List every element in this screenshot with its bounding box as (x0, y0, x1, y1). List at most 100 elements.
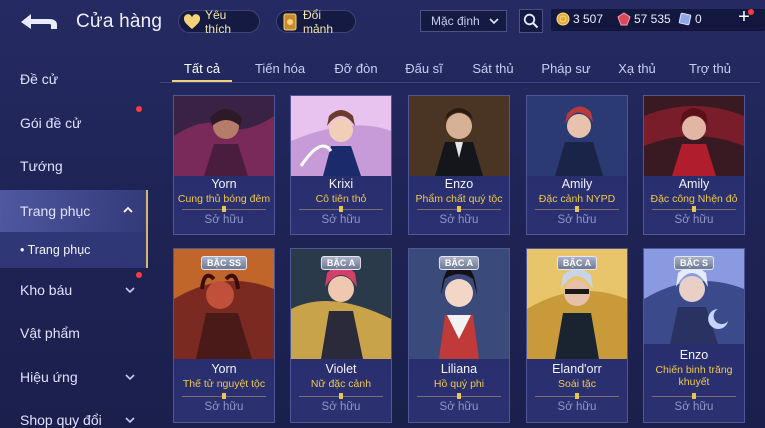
divider-gem (339, 393, 343, 399)
back-button[interactable] (18, 9, 60, 35)
skin-card[interactable]: Krixi Cô tiên thỏ Sở hữu (290, 95, 392, 235)
wishlist-label: Yêu thích (205, 7, 232, 36)
skin-card[interactable]: Yorn Cung thủ bóng đêm Sở hữu (173, 95, 275, 235)
chevron-up-icon (123, 206, 133, 213)
chevron-down-icon (125, 374, 135, 381)
card-info: Violet Nữ đặc cảnh Sở hữu (291, 359, 391, 422)
exchange-label: Đổi mảnh (303, 7, 334, 36)
tier-badge: BẬC SS (200, 256, 248, 270)
card-icon (281, 13, 299, 31)
sidebar-item-label: Tướng (20, 158, 63, 174)
tab-marksman[interactable]: Xạ thủ (612, 56, 662, 80)
sidebar-item-items[interactable]: Vật phẩm (0, 313, 148, 353)
tabs-divider (160, 82, 760, 83)
skin-card[interactable]: BẬC A Violet Nữ đặc cảnh Sở hữu (290, 248, 392, 423)
hero-name: Enzo (679, 348, 709, 362)
exchange-shards-button[interactable]: Đổi mảnh (276, 7, 356, 36)
voucher-balance: 0 (678, 12, 702, 26)
skin-artwork: BẬC A (291, 249, 391, 359)
skin-artwork (174, 96, 274, 176)
divider-gem (457, 206, 461, 212)
card-info: Enzo Chiến binh trăng khuyết Sở hữu (644, 344, 744, 422)
skin-name: Nữ đặc cảnh (310, 378, 372, 390)
divider-gem (222, 393, 226, 399)
sort-dropdown[interactable]: Mặc định (420, 10, 507, 32)
sidebar: Đề cử Gói đề cử Tướng Trang phục • Trang… (0, 44, 148, 428)
hero-name: Eland'orr (552, 362, 602, 376)
tab-fighter[interactable]: Đấu sĩ (398, 56, 450, 80)
tab-support[interactable]: Trợ thủ (678, 56, 742, 80)
sidebar-item-label: Vật phẩm (20, 325, 80, 341)
owned-label: Sở hữu (439, 214, 479, 226)
sidebar-item-effects[interactable]: Hiệu ứng (0, 357, 148, 397)
skin-name: Chiến binh trăng khuyết (655, 364, 733, 388)
owned-label: Sở hữu (204, 214, 244, 226)
gold-amount: 3 507 (573, 12, 604, 26)
skin-artwork: BẬC S (644, 249, 744, 344)
skin-artwork: BẬC A (409, 249, 509, 359)
notification-dot (748, 9, 754, 15)
tier-badge: BẬC A (438, 256, 480, 270)
card-info: Yorn Thế tử nguyệt tộc Sở hữu (174, 359, 274, 422)
wishlist-button[interactable]: Yêu thích (178, 7, 260, 36)
hero-name: Yorn (211, 362, 237, 376)
skin-artwork: BẬC SS (174, 249, 274, 359)
owned-label: Sở hữu (321, 214, 361, 226)
divider-gem (575, 206, 579, 212)
notification-dot (136, 272, 142, 278)
sidebar-item-label: Kho báu (20, 282, 73, 298)
tab-mage[interactable]: Pháp sư (536, 56, 596, 80)
skin-name: Soái tặc (558, 378, 596, 390)
sidebar-item-label: Hiệu ứng (20, 369, 78, 385)
voucher-icon (678, 12, 692, 26)
sidebar-item-treasure[interactable]: Kho báu (0, 270, 148, 310)
search-button[interactable] (519, 9, 543, 33)
skin-name: Cung thủ bóng đêm (177, 193, 271, 205)
tab-tank[interactable]: Đỡ đòn (326, 56, 386, 80)
search-icon (523, 13, 539, 29)
tier-badge: BẬC A (556, 256, 598, 270)
skin-card[interactable]: Enzo Phẩm chất quý tộc Sở hữu (408, 95, 510, 235)
page-title: Cửa hàng (76, 11, 163, 32)
hero-name: Amily (561, 177, 593, 191)
skin-card[interactable]: Amily Đặc công Nhện đỏ Sở hữu (643, 95, 745, 235)
owned-label: Sở hữu (557, 214, 597, 226)
shop-screen: Cửa hàng Yêu thích Đổi mảnh Mặc định 3 5… (0, 0, 765, 428)
skin-card[interactable]: BẬC S Enzo Chiến binh trăng khuyết Sở hữ… (643, 248, 745, 423)
sidebar-item-recommended[interactable]: Đề cử (0, 59, 148, 99)
skin-name: Phẩm chất quý tộc (415, 193, 503, 205)
skin-name: Cô tiên thỏ (315, 193, 367, 205)
skin-name: Thế tử nguyệt tộc (182, 378, 266, 390)
sidebar-item-label: Trang phục (20, 203, 91, 219)
heart-icon (183, 13, 201, 31)
sidebar-item-bundles[interactable]: Gói đề cử (0, 103, 148, 143)
sidebar-item-label: Đề cử (20, 71, 59, 87)
card-info: Amily Đặc cảnh NYPD Sở hữu (527, 176, 627, 234)
skin-card[interactable]: BẬC SS Yorn Thế tử nguyệt tộc Sở hữu (173, 248, 275, 423)
tab-all[interactable]: Tất cả (172, 56, 232, 80)
sidebar-item-label: Gói đề cử (20, 115, 82, 131)
owned-label: Sở hữu (674, 401, 714, 413)
skin-card[interactable]: Amily Đặc cảnh NYPD Sở hữu (526, 95, 628, 235)
skin-artwork (291, 96, 391, 176)
tier-badge: BẬC A (320, 256, 362, 270)
owned-label: Sở hữu (674, 214, 714, 226)
hero-name: Enzo (444, 177, 474, 191)
sidebar-item-skins[interactable]: Trang phục (0, 190, 148, 232)
header: Cửa hàng Yêu thích Đổi mảnh Mặc định 3 5… (0, 0, 765, 44)
divider-gem (457, 393, 461, 399)
sidebar-item-exchange-shop[interactable]: Shop quy đổi (0, 400, 148, 428)
hero-name: Violet (325, 362, 357, 376)
sidebar-item-label: Shop quy đổi (20, 412, 102, 428)
gold-balance: 3 507 (556, 12, 603, 26)
tab-assassin[interactable]: Sát thủ (466, 56, 520, 80)
skin-card[interactable]: BẬC A Liliana Hồ quý phi Sở hữu (408, 248, 510, 423)
tab-evolution[interactable]: Tiến hóa (248, 56, 312, 80)
owned-label: Sở hữu (439, 401, 479, 413)
currency-bar: 3 507 57 535 0 (551, 9, 765, 31)
gold-coin-icon (556, 12, 570, 26)
sidebar-item-heroes[interactable]: Tướng (0, 146, 148, 186)
chevron-down-icon (489, 18, 499, 25)
skin-card[interactable]: BẬC A Eland'orr Soái tặc Sở hữu (526, 248, 628, 423)
sidebar-subitem-skins[interactable]: • Trang phục (0, 232, 148, 268)
